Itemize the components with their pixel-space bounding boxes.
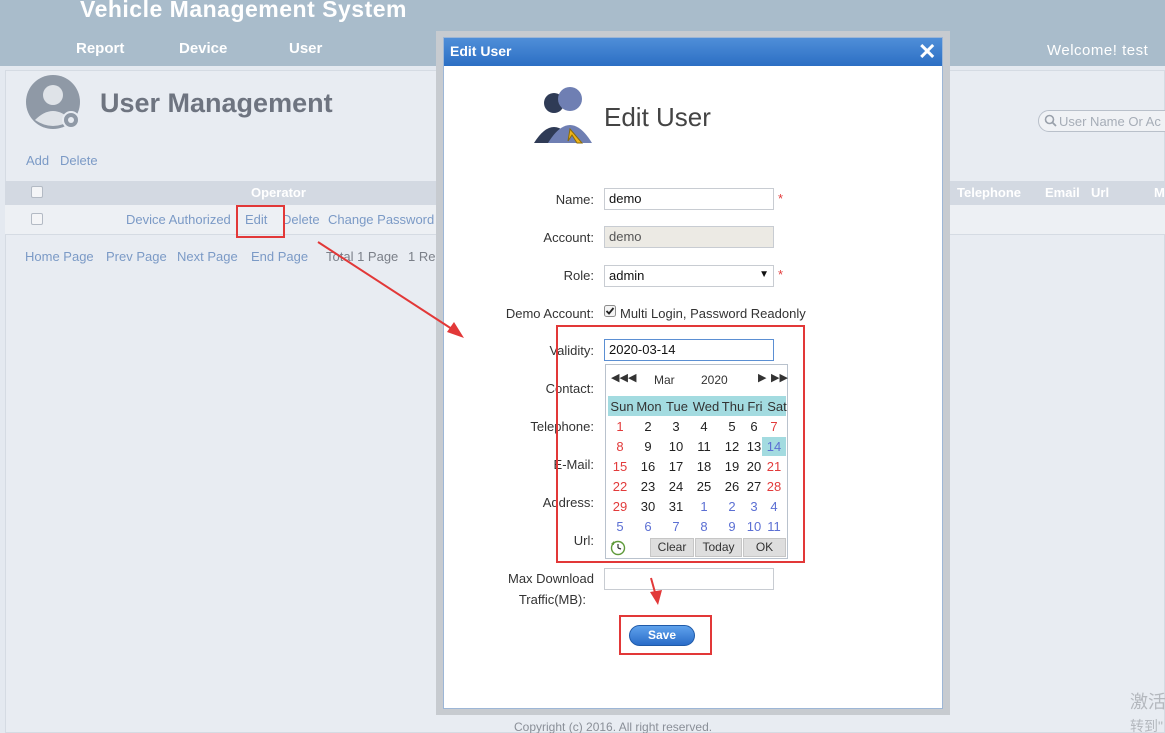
arrow-head (447, 322, 464, 338)
arrow-head (650, 590, 662, 605)
annotation-arrows (317, 241, 662, 605)
arrow-line (317, 241, 456, 332)
